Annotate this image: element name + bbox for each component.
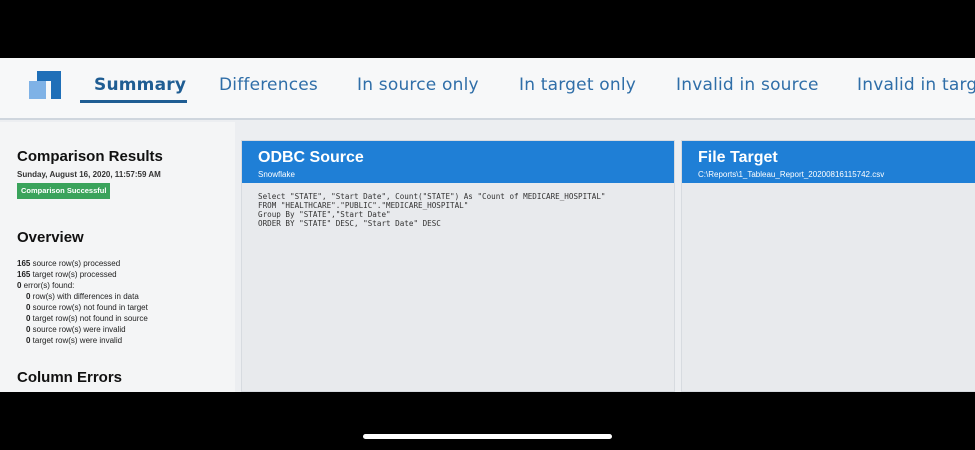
comparison-results-heading: Comparison Results — [17, 148, 163, 165]
target-panel-title: File Target — [698, 149, 778, 166]
comparison-timestamp: Sunday, August 16, 2020, 11:57:59 AM — [17, 170, 161, 179]
overview-stats: 165 source row(s) processed 165 target r… — [17, 258, 148, 346]
tab-summary[interactable]: Summary — [94, 75, 186, 95]
app-window: Summary Differences In source only In ta… — [0, 58, 975, 392]
overview-heading: Overview — [17, 229, 84, 246]
tab-differences[interactable]: Differences — [219, 75, 318, 95]
source-panel-header: ODBC Source Snowflake — [242, 141, 674, 183]
tab-in-source-only[interactable]: In source only — [357, 75, 479, 95]
source-panel: ODBC Source Snowflake Select "STATE", "S… — [241, 140, 675, 392]
stat-line: 165 target row(s) processed — [17, 270, 117, 279]
stat-line: 0 target row(s) not found in source — [26, 314, 148, 323]
stat-line: 0 error(s) found: — [17, 281, 75, 290]
stat-line: 0 source row(s) not found in target — [26, 303, 148, 312]
stat-line: 0 source row(s) were invalid — [26, 325, 126, 334]
top-navigation: Summary Differences In source only In ta… — [0, 58, 975, 120]
source-panel-subtitle: Snowflake — [258, 170, 295, 179]
target-panel-subtitle: C:\Reports\1_Tableau_Report_202008161157… — [698, 170, 885, 179]
column-errors-heading: Column Errors — [17, 369, 123, 386]
tab-in-target-only[interactable]: In target only — [519, 75, 636, 95]
tab-invalid-in-source[interactable]: Invalid in source — [676, 75, 819, 95]
app-logo-icon[interactable] — [29, 71, 61, 99]
summary-pane: Comparison Results Sunday, August 16, 20… — [0, 122, 235, 392]
source-panel-title: ODBC Source — [258, 149, 364, 166]
status-badge: Comparison Successful — [17, 183, 111, 199]
stat-line: 165 source row(s) processed — [17, 259, 121, 268]
stat-line: 0 row(s) with differences in data — [26, 292, 139, 301]
home-indicator[interactable] — [363, 434, 612, 439]
source-sql-query: Select "STATE", "Start Date", Count("STA… — [258, 192, 606, 228]
tab-invalid-in-target[interactable]: Invalid in targe — [857, 75, 975, 95]
active-tab-indicator — [80, 100, 187, 103]
stat-line: 0 target row(s) were invalid — [26, 336, 123, 345]
target-panel: File Target C:\Reports\1_Tableau_Report_… — [681, 140, 975, 392]
target-panel-header: File Target C:\Reports\1_Tableau_Report_… — [682, 141, 975, 183]
